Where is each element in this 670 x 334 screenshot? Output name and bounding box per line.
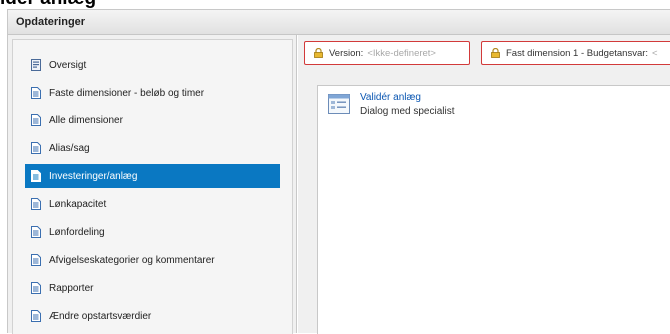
document-icon (31, 142, 41, 154)
tasks-panel: Validér anlæg Dialog med specialist (317, 85, 670, 334)
sidebar: Oversigt Faste dimensioner - beløb og ti… (8, 35, 297, 334)
document-icon (31, 198, 41, 210)
document-icon (31, 310, 41, 322)
sidebar-item-oversigt[interactable]: Oversigt (25, 53, 280, 77)
sidebar-item-investeringer-anlaeg[interactable]: Investeringer/anlæg (25, 164, 280, 188)
sidebar-item-label: Investeringer/anlæg (49, 170, 138, 182)
sidebar-item-label: Ændre opstartsværdier (49, 310, 152, 322)
sidebar-item-aendre-opstartsvaerdier[interactable]: Ændre opstartsværdier (25, 304, 280, 328)
version-value: <Ikke-defineret> (367, 47, 436, 59)
version-label: Version: (329, 47, 364, 59)
overview-icon (31, 59, 41, 71)
sidebar-item-label: Afvigelseskategorier og kommentarer (49, 254, 215, 266)
updates-window: Opdateringer Oversigt Faste dimensioner … (7, 9, 670, 334)
fixed-dimension-value: < (652, 47, 658, 59)
validate-assets-subtitle: Dialog med specialist (360, 106, 455, 117)
document-icon (31, 282, 41, 294)
document-icon (31, 226, 41, 238)
sidebar-item-loenkapacitet[interactable]: Lønkapacitet (25, 192, 280, 216)
sidebar-item-label: Lønkapacitet (49, 198, 107, 210)
lock-icon (314, 48, 323, 58)
sidebar-item-label: Alias/sag (49, 142, 90, 154)
page-header-fragment: ider anlæg (0, 0, 96, 9)
sidebar-item-alias-sag[interactable]: Alias/sag (25, 136, 280, 160)
sidebar-nav-panel: Oversigt Faste dimensioner - beløb og ti… (12, 39, 293, 334)
sidebar-item-label: Rapporter (49, 282, 94, 294)
main-content: Version: <Ikke-defineret> Fast dimension… (298, 35, 670, 334)
version-filter-tag[interactable]: Version: <Ikke-defineret> (304, 41, 470, 65)
validate-assets-link[interactable]: Validér anlæg (360, 92, 421, 103)
sidebar-item-label: Alle dimensioner (49, 114, 123, 126)
sidebar-item-label: Lønfordeling (49, 226, 105, 238)
document-icon (31, 170, 41, 182)
sidebar-item-label: Oversigt (49, 59, 87, 71)
dialog-window-icon (328, 94, 350, 114)
lock-icon (491, 48, 500, 58)
document-icon (31, 254, 41, 266)
sidebar-item-label: Faste dimensioner - beløb og timer (49, 87, 205, 99)
document-icon (31, 114, 41, 126)
sidebar-item-faste-dimensioner[interactable]: Faste dimensioner - beløb og timer (25, 81, 280, 105)
sidebar-item-alle-dimensioner[interactable]: Alle dimensioner (25, 108, 280, 132)
window-title: Opdateringer (8, 10, 670, 35)
fixed-dimension-label: Fast dimension 1 - Budgetansvar: (506, 47, 649, 59)
sidebar-item-rapporter[interactable]: Rapporter (25, 276, 280, 300)
document-icon (31, 87, 41, 99)
fixed-dimension-filter-tag[interactable]: Fast dimension 1 - Budgetansvar: < (481, 41, 670, 65)
sidebar-item-loenfordeling[interactable]: Lønfordeling (25, 220, 280, 244)
sidebar-item-afvigelseskategorier[interactable]: Afvigelseskategorier og kommentarer (25, 248, 280, 272)
